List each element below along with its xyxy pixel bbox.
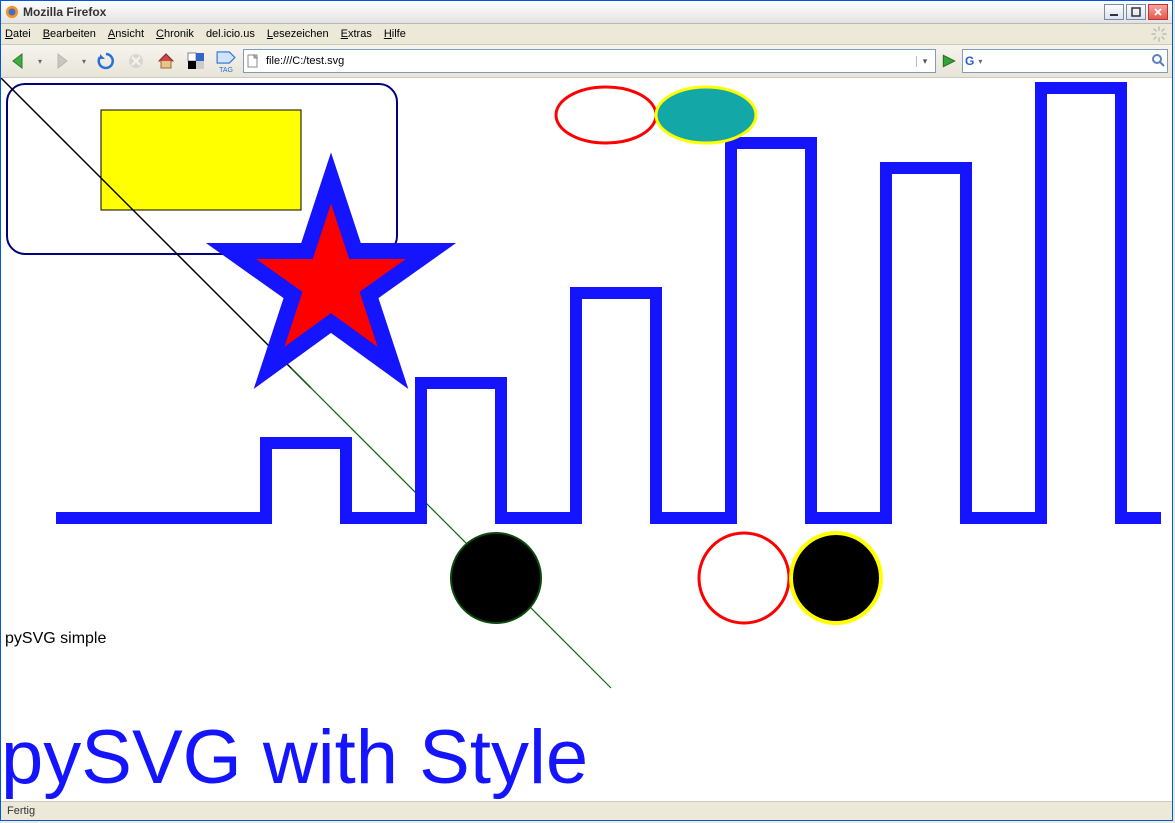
back-arrow-icon [8, 51, 28, 71]
text-simple: pySVG simple [5, 630, 106, 647]
yellow-rect [101, 110, 301, 210]
content-area: pySVG simple pySVG with Style [1, 78, 1172, 801]
forward-arrow-icon [52, 51, 72, 71]
svg-document: pySVG simple pySVG with Style [1, 78, 1161, 801]
firefox-icon [5, 5, 19, 19]
tag-label: TAG [219, 67, 233, 74]
text-styled: pySVG with Style [1, 715, 588, 800]
ellipse-teal [656, 87, 756, 143]
menu-extras[interactable]: Extras [341, 28, 372, 40]
reload-button[interactable] [93, 48, 119, 74]
menu-view[interactable]: Ansicht [108, 28, 144, 40]
forward-button[interactable] [49, 48, 75, 74]
menubar: Datei Bearbeiten Ansicht Chronik del.ici… [1, 24, 1172, 45]
menu-file[interactable]: Datei [5, 28, 31, 40]
url-input[interactable] [264, 51, 912, 71]
window-controls [1104, 4, 1168, 20]
search-box[interactable]: G ▾ [962, 49, 1168, 73]
statusbar: Fertig [1, 801, 1172, 820]
url-bar[interactable]: ▾ [243, 49, 936, 73]
search-input[interactable] [986, 51, 1147, 71]
close-button[interactable] [1148, 4, 1168, 20]
status-text: Fertig [7, 805, 35, 817]
close-icon [1153, 7, 1163, 17]
maximize-button[interactable] [1126, 4, 1146, 20]
menu-edit[interactable]: Bearbeiten [43, 28, 96, 40]
minimize-button[interactable] [1104, 4, 1124, 20]
go-button[interactable] [940, 52, 958, 70]
green-diagonal-line [291, 368, 611, 688]
delicious-button[interactable] [183, 48, 209, 74]
menu-history[interactable]: Chronik [156, 28, 194, 40]
home-button[interactable] [153, 48, 179, 74]
search-provider-dropdown[interactable]: ▾ [978, 57, 982, 66]
url-dropdown[interactable]: ▾ [916, 56, 933, 67]
maximize-icon [1131, 7, 1141, 17]
page-icon [246, 54, 260, 68]
activity-throbber-icon [1150, 25, 1168, 43]
search-go-icon[interactable] [1151, 53, 1165, 70]
home-icon [156, 51, 176, 71]
menu-help[interactable]: Hilfe [384, 28, 406, 40]
window-title: Mozilla Firefox [23, 5, 1100, 19]
google-icon: G [965, 54, 974, 68]
circle-black-yellow-outline [791, 533, 881, 623]
back-dropdown[interactable]: ▾ [35, 57, 45, 66]
go-arrow-icon [940, 52, 958, 70]
circle-red-outline [699, 533, 789, 623]
titlebar: Mozilla Firefox [1, 1, 1172, 24]
forward-dropdown[interactable]: ▾ [79, 57, 89, 66]
menu-delicious[interactable]: del.icio.us [206, 28, 255, 40]
menu-bookmarks[interactable]: Lesezeichen [267, 28, 329, 40]
tag-icon [216, 48, 236, 67]
reload-icon [96, 51, 116, 71]
browser-window: Mozilla Firefox Datei Bearbeiten Ansicht… [0, 0, 1173, 821]
navigation-toolbar: ▾ ▾ TAG ▾ G [1, 45, 1172, 78]
stop-icon [126, 51, 146, 71]
back-button[interactable] [5, 48, 31, 74]
tag-button[interactable]: TAG [213, 48, 239, 74]
stop-button[interactable] [123, 48, 149, 74]
minimize-icon [1109, 7, 1119, 17]
circle-black-green-outline [451, 533, 541, 623]
ellipse-red-outline [556, 87, 656, 143]
delicious-icon [186, 51, 206, 71]
